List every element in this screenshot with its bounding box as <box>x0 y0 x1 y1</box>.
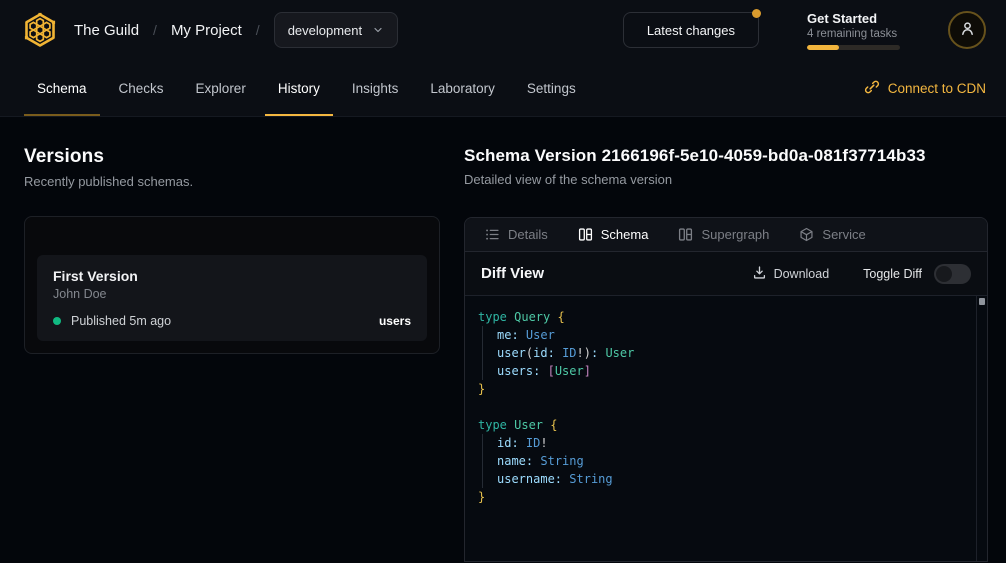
code-line: username: String <box>478 470 963 488</box>
download-icon <box>752 265 767 283</box>
code-line: type Query { <box>478 308 963 326</box>
toggle-diff-switch[interactable] <box>934 264 971 284</box>
code-line: id: ID! <box>478 434 963 452</box>
schema-version-card: Details Schema Supergraph Service Diff View… <box>464 217 988 562</box>
code-line <box>478 398 963 416</box>
connect-to-cdn-label: Connect to CDN <box>888 81 986 96</box>
breadcrumb: The Guild / My Project / development <box>74 12 398 48</box>
breadcrumb-separator: / <box>153 22 157 38</box>
schema-tab-label: Details <box>508 227 548 242</box>
latest-changes-label: Latest changes <box>647 23 735 38</box>
code-line: } <box>478 380 963 398</box>
schema-tab-service[interactable]: Service <box>799 227 865 242</box>
schema-version-title: Schema Version 2166196f-5e10-4059-bd0a-0… <box>464 146 988 166</box>
schema-tab-label: Schema <box>601 227 649 242</box>
columns-icon <box>678 227 693 242</box>
schema-tab-details[interactable]: Details <box>485 227 548 242</box>
breadcrumb-project-link[interactable]: My Project <box>171 22 242 39</box>
get-started-progress-fill <box>807 45 839 50</box>
nav-tab-explorer[interactable]: Explorer <box>183 60 259 116</box>
diff-view-title: Diff View <box>481 265 544 282</box>
user-menu-button[interactable] <box>948 11 986 49</box>
get-started-subtitle: 4 remaining tasks <box>807 28 902 40</box>
schema-version-panel: Schema Version 2166196f-5e10-4059-bd0a-0… <box>464 117 988 562</box>
code-line: } <box>478 488 963 506</box>
person-icon <box>959 20 976 40</box>
schema-tab-label: Supergraph <box>701 227 769 242</box>
nav-tab-list: SchemaChecksExplorerHistoryInsightsLabor… <box>24 60 589 116</box>
version-name: First Version <box>53 268 411 284</box>
schema-tab-schema[interactable]: Schema <box>578 227 649 242</box>
list-icon <box>485 227 500 242</box>
schema-tab-label: Service <box>822 227 865 242</box>
schema-tab-supergraph[interactable]: Supergraph <box>678 227 769 242</box>
published-status-dot <box>53 317 61 325</box>
get-started-title: Get Started <box>807 11 902 26</box>
primary-nav: SchemaChecksExplorerHistoryInsightsLabor… <box>0 60 1006 117</box>
download-button[interactable]: Download <box>752 265 830 283</box>
main-content: Versions Recently published schemas. Fir… <box>0 117 1006 562</box>
code-line: name: String <box>478 452 963 470</box>
hive-logo-icon[interactable] <box>20 10 60 50</box>
target-selector[interactable]: development <box>274 12 398 48</box>
version-author: John Doe <box>53 287 411 301</box>
service-badge: users <box>379 314 411 328</box>
target-selector-value: development <box>288 23 362 38</box>
nav-tab-history[interactable]: History <box>265 60 333 116</box>
nav-tab-settings[interactable]: Settings <box>514 60 589 116</box>
link-icon <box>864 79 880 98</box>
published-status-text: Published 5m ago <box>71 314 171 328</box>
toggle-diff-label: Toggle Diff <box>863 267 922 281</box>
toggle-diff-control: Toggle Diff <box>863 264 971 284</box>
code-line: users: [User] <box>478 362 963 380</box>
get-started-progress-bar <box>807 45 900 50</box>
breadcrumb-org-link[interactable]: The Guild <box>74 22 139 39</box>
version-list-item[interactable]: First Version John Doe Published 5m ago … <box>37 255 427 341</box>
schema-code-lines: type Query {me: Useruser(id: ID!): Useru… <box>465 296 987 518</box>
versions-panel: Versions Recently published schemas. Fir… <box>24 117 440 562</box>
code-scrollbar-thumb[interactable] <box>979 298 985 305</box>
schema-tab-list: Details Schema Supergraph Service <box>465 218 987 252</box>
nav-tab-insights[interactable]: Insights <box>339 60 412 116</box>
code-line: user(id: ID!): User <box>478 344 963 362</box>
chevron-down-icon <box>372 24 384 36</box>
versions-title: Versions <box>24 146 440 168</box>
app-header: The Guild / My Project / development Lat… <box>0 0 1006 60</box>
version-meta-row: Published 5m ago users <box>53 314 411 328</box>
header-right: Latest changes Get Started 4 remaining t… <box>623 11 986 50</box>
breadcrumb-separator: / <box>256 22 260 38</box>
connect-to-cdn-link[interactable]: Connect to CDN <box>864 60 986 116</box>
nav-tab-checks[interactable]: Checks <box>106 60 177 116</box>
schema-code-block: type Query {me: Useruser(id: ID!): Useru… <box>465 296 987 561</box>
latest-changes-button[interactable]: Latest changes <box>623 12 759 48</box>
toggle-knob <box>936 266 952 282</box>
cube-icon <box>799 227 814 242</box>
diff-view-controls: Download Toggle Diff <box>752 264 971 284</box>
diff-view-header: Diff View Download Toggle D <box>465 252 987 296</box>
versions-list-card: First Version John Doe Published 5m ago … <box>24 216 440 354</box>
schema-version-subtitle: Detailed view of the schema version <box>464 172 988 187</box>
code-scrollbar[interactable] <box>976 296 987 561</box>
versions-subtitle: Recently published schemas. <box>24 174 440 189</box>
code-line: type User { <box>478 416 963 434</box>
get-started-widget[interactable]: Get Started 4 remaining tasks <box>807 11 902 50</box>
nav-tab-laboratory[interactable]: Laboratory <box>417 60 508 116</box>
notification-dot <box>752 9 761 18</box>
nav-tab-schema[interactable]: Schema <box>24 60 100 116</box>
code-line: me: User <box>478 326 963 344</box>
columns-icon <box>578 227 593 242</box>
download-label: Download <box>774 267 830 281</box>
